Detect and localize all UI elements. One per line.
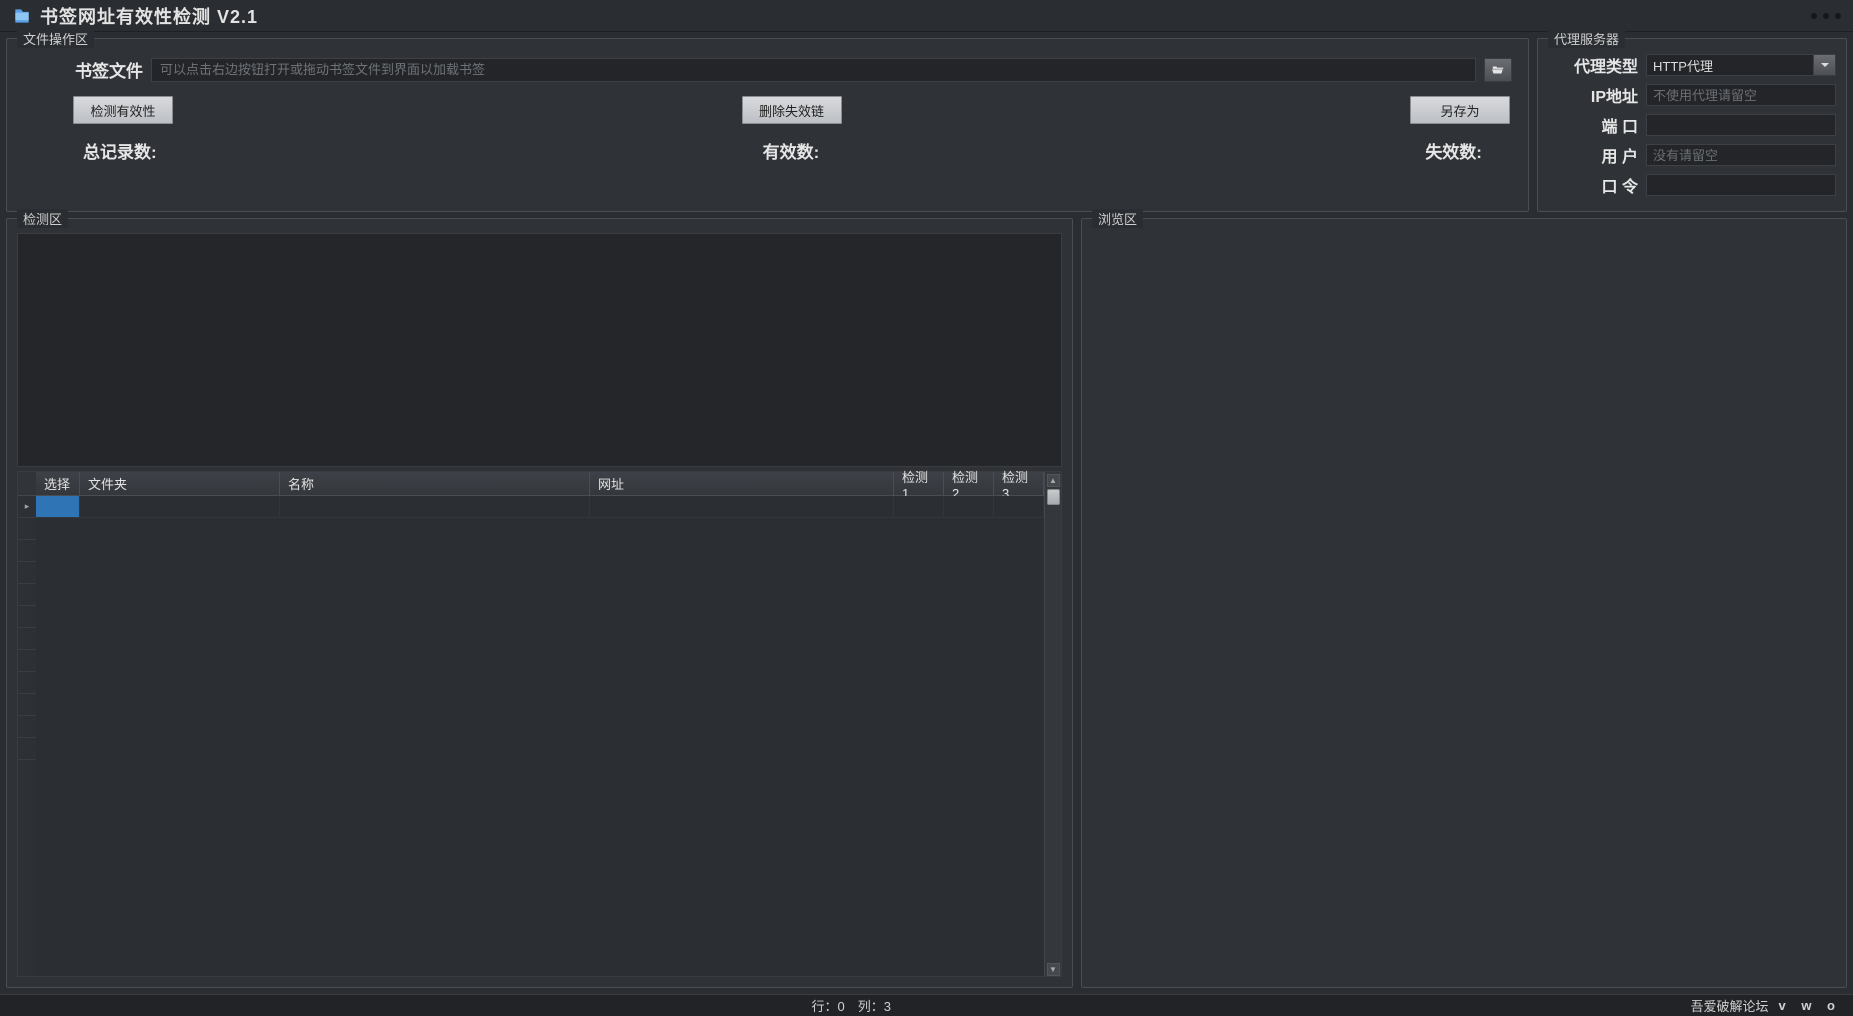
scroll-thumb[interactable] [1047,489,1060,505]
window-controls[interactable] [1811,13,1841,19]
cell-folder[interactable] [80,496,280,517]
cell-c1[interactable] [894,496,944,517]
col-folder[interactable]: 文件夹 [80,472,280,495]
results-table[interactable]: 选择 文件夹 名称 网址 检测1 检测2 检测3 [17,471,1062,977]
proxy-title: 代理服务器 [1548,29,1625,48]
detection-area-group: 检测区 选择 文件夹 名称 网址 检测1 [6,218,1073,988]
titlebar: 书签网址有效性检测 V2.1 [0,0,1853,32]
proxy-server-group: 代理服务器 代理类型 HTTP代理 IP地址 端 口 [1537,38,1847,212]
cell-c3[interactable] [994,496,1044,517]
proxy-type-select[interactable]: HTTP代理 [1646,54,1814,76]
col-url[interactable]: 网址 [590,472,894,495]
proxy-pass-input[interactable] [1646,174,1836,196]
file-operations-group: 文件操作区 书签文件 检测有效性 删除失效链 另存为 总记录数: 有效数: 失效… [6,38,1529,212]
window-control-dot[interactable] [1811,13,1817,19]
proxy-user-input[interactable] [1646,144,1836,166]
status-forum-link[interactable]: 吾爱破解论坛 [1690,996,1768,1015]
cell-c2[interactable] [944,496,994,517]
col-name[interactable]: 名称 [280,472,590,495]
chevron-down-icon [1820,60,1830,70]
proxy-type-label: 代理类型 [1548,53,1640,77]
browse-title: 浏览区 [1092,209,1143,228]
cell-url[interactable] [590,496,894,517]
proxy-ip-label: IP地址 [1548,83,1640,107]
save-as-button[interactable]: 另存为 [1410,96,1510,124]
window-control-dot[interactable] [1823,13,1829,19]
detection-title: 检测区 [17,209,68,228]
col-select[interactable]: 选择 [36,472,80,495]
table-header: 选择 文件夹 名称 网址 检测1 检测2 检测3 [36,472,1044,496]
status-bar: 行：0 列：3 吾爱破解论坛 v w o [0,994,1853,1016]
stat-valid: 有效数: [763,138,820,163]
stat-invalid: 失效数: [1425,138,1482,163]
stat-total: 总记录数: [83,138,157,163]
cell-select[interactable] [36,496,80,517]
proxy-user-label: 用 户 [1548,143,1640,167]
row-header-column [18,472,36,976]
app-title: 书签网址有效性检测 V2.1 [40,3,258,29]
check-validity-button[interactable]: 检测有效性 [73,96,173,124]
proxy-type-dropdown-button[interactable] [1814,54,1836,76]
bookmark-file-input[interactable] [151,58,1476,82]
proxy-port-input[interactable] [1646,114,1836,136]
col-check1[interactable]: 检测1 [894,472,944,495]
detection-log-area[interactable] [17,233,1062,467]
scroll-down-icon[interactable]: ▼ [1047,963,1060,976]
cell-name[interactable] [280,496,590,517]
col-check2[interactable]: 检测2 [944,472,994,495]
delete-invalid-button[interactable]: 删除失效链 [742,96,842,124]
status-row-col: 行：0 列：3 [12,996,1690,1015]
bookmark-file-label: 书签文件 [67,57,143,82]
browse-area-group: 浏览区 [1081,218,1847,988]
table-row[interactable] [36,496,1044,518]
folder-open-icon [1491,63,1505,77]
app-icon [12,6,32,26]
proxy-pass-label: 口 令 [1548,173,1640,197]
file-ops-title: 文件操作区 [17,29,94,48]
browse-button[interactable] [1484,58,1512,82]
status-vwo: v w o [1778,998,1841,1013]
proxy-port-label: 端 口 [1548,113,1640,137]
scroll-up-icon[interactable]: ▲ [1047,474,1060,487]
col-check3[interactable]: 检测3 [994,472,1044,495]
row-indicator[interactable] [18,496,36,518]
window-control-dot[interactable] [1835,13,1841,19]
vertical-scrollbar[interactable]: ▲ ▼ [1044,472,1061,976]
table-body[interactable] [36,496,1044,976]
proxy-ip-input[interactable] [1646,84,1836,106]
